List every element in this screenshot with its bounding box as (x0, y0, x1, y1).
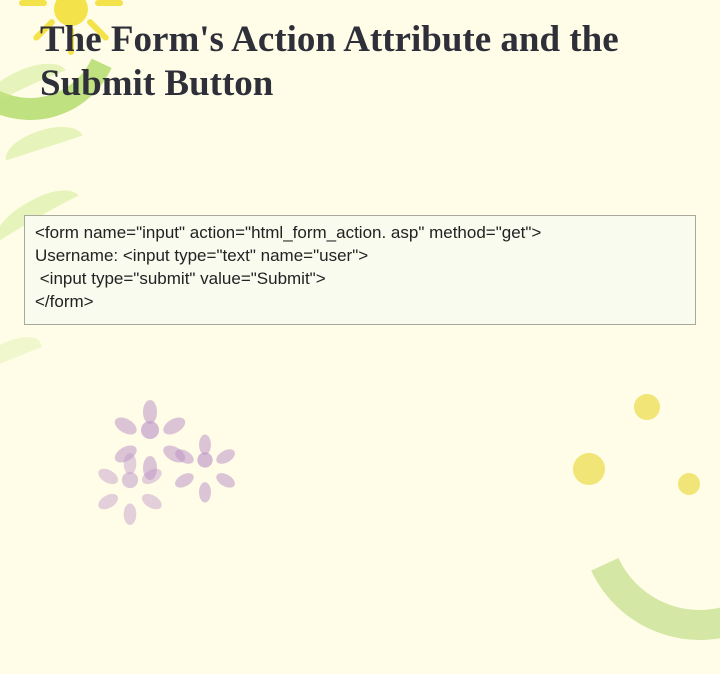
code-example-box: <form name="input" action="html_form_act… (24, 215, 696, 325)
decor-dot (678, 473, 700, 495)
code-line: <input type="submit" value="Submit"> (35, 269, 326, 288)
decor-arc-bottom-right (546, 366, 720, 674)
decor-swoosh (0, 330, 50, 390)
decor-dot (573, 453, 605, 485)
decor-dot (634, 394, 660, 420)
code-line: Username: <input type="text" name="user"… (35, 246, 368, 265)
code-line: </form> (35, 292, 94, 311)
flower-icon (180, 435, 231, 486)
code-line: <form name="input" action="html_form_act… (35, 223, 541, 242)
decor-swoosh (1, 119, 89, 182)
flower-icon (120, 400, 180, 460)
slide-title: The Form's Action Attribute and the Subm… (0, 0, 720, 105)
flower-icon (103, 453, 157, 507)
